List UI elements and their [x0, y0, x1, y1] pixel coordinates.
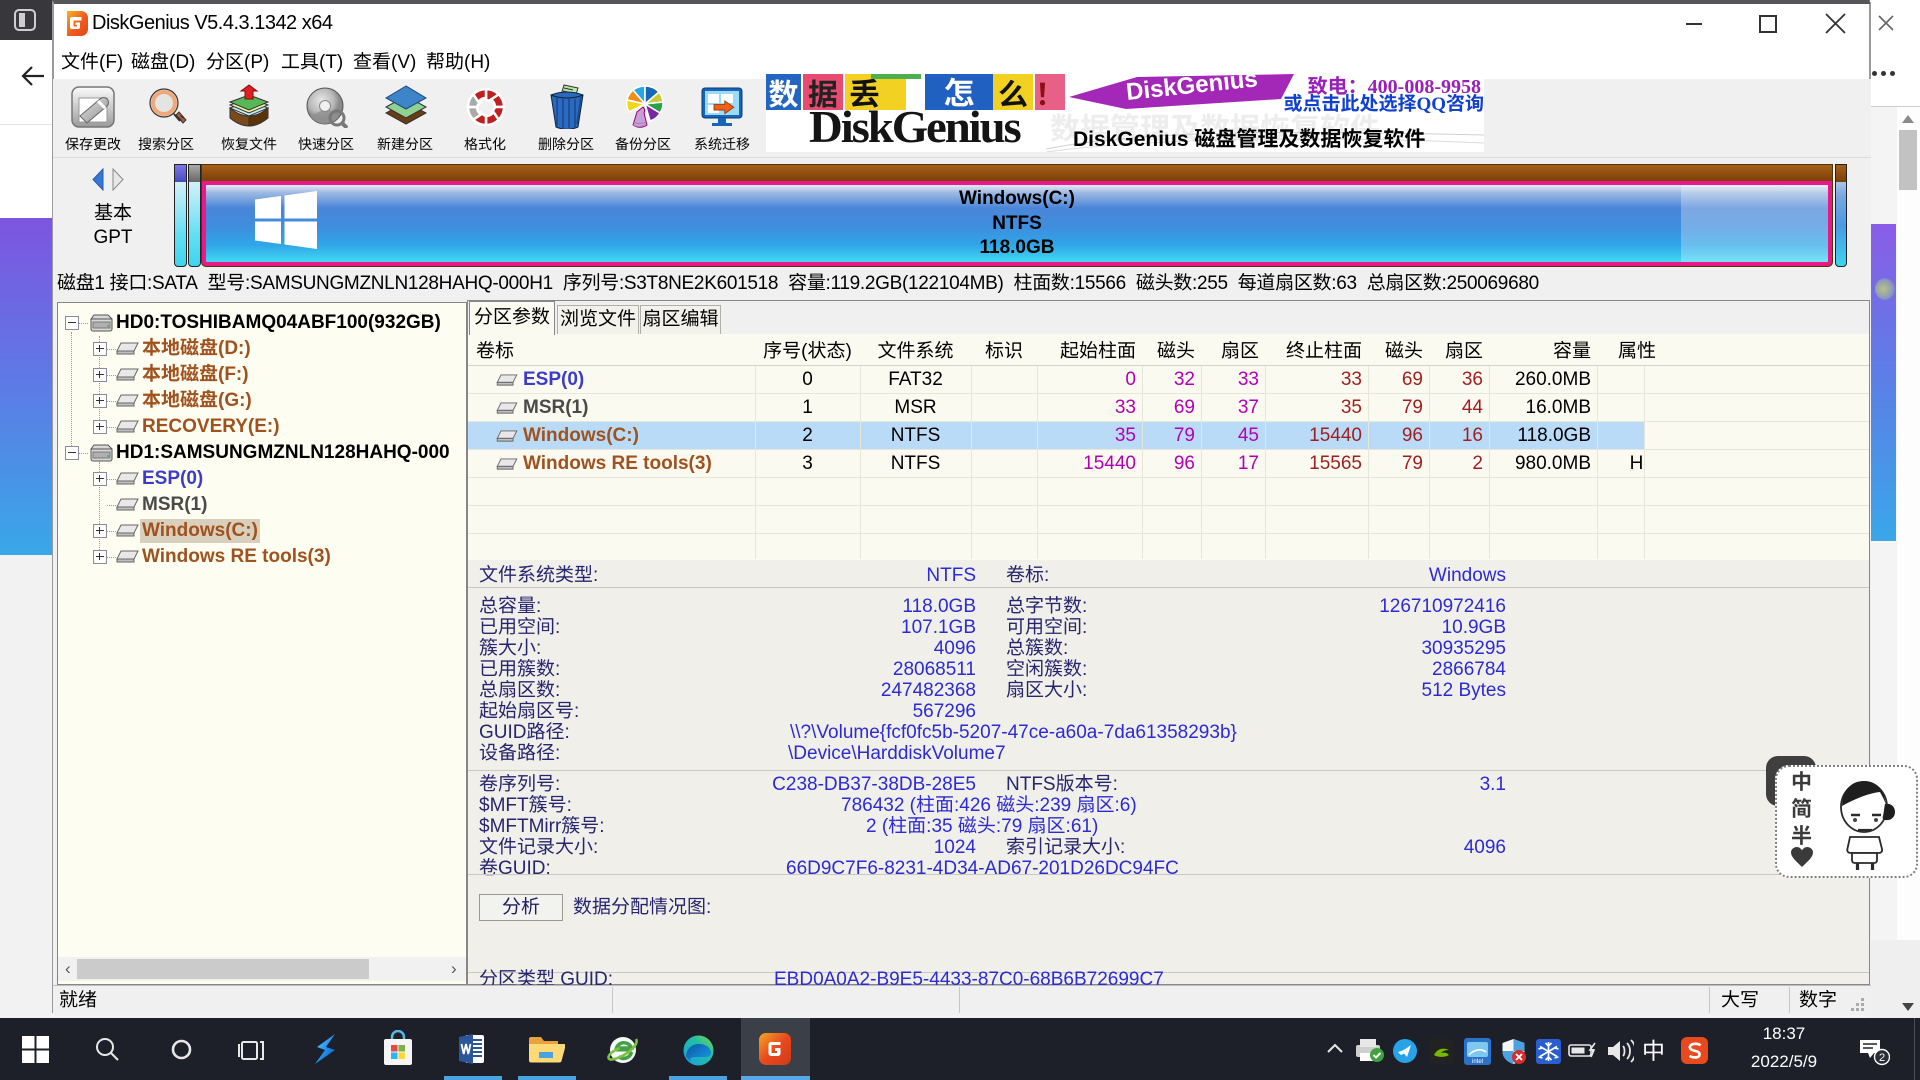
- svg-text:2: 2: [1879, 1052, 1885, 1064]
- svg-text:intel: intel: [1472, 1059, 1483, 1065]
